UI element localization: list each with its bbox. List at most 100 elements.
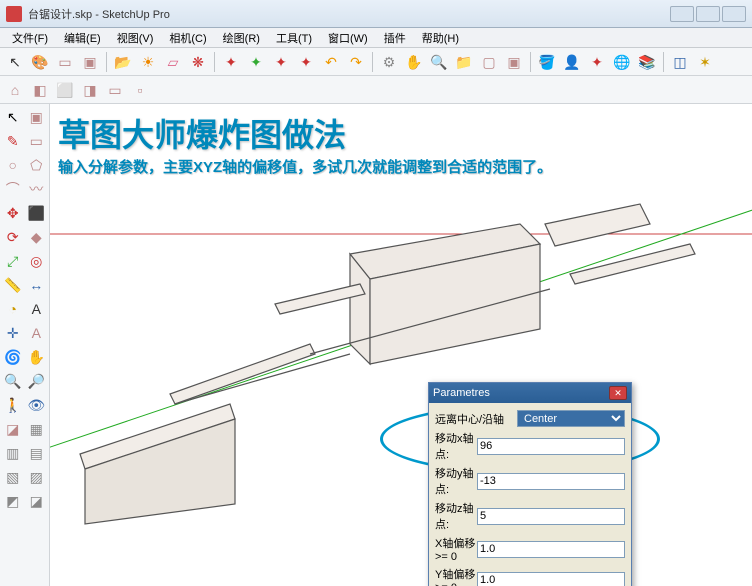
polygon-icon[interactable]: ⬠ [26,154,48,176]
open-icon[interactable]: 📂 [112,51,134,73]
view6-icon[interactable]: ▫ [129,79,151,101]
layers-icon[interactable]: 📚 [636,51,658,73]
menu-plugins[interactable]: 插件 [376,28,414,48]
plugin6-icon[interactable]: ◪ [26,490,48,512]
redo-icon[interactable]: ↷ [345,51,367,73]
movex-input[interactable] [477,438,625,455]
plugin5-icon[interactable]: ◩ [2,490,24,512]
toolbar-2: ⌂ ◧ ⬜ ◨ ▭ ▫ [0,76,752,104]
rect-icon[interactable]: ▭ [54,51,76,73]
menu-camera[interactable]: 相机(C) [161,28,214,48]
box-icon[interactable]: ▣ [79,51,101,73]
menu-tools[interactable]: 工具(T) [268,28,320,48]
plugin4-icon[interactable]: ▨ [26,466,48,488]
eraser-icon[interactable]: ▱ [162,51,184,73]
open2-icon[interactable]: 📁 [453,51,475,73]
menu-draw[interactable]: 绘图(R) [215,28,268,48]
title-bar: 台锯设计.skp - SketchUp Pro [0,0,752,28]
section-icon[interactable]: ◪ [2,418,24,440]
star5-icon[interactable]: ✦ [586,51,608,73]
top-icon[interactable]: ▭ [104,79,126,101]
star4-icon[interactable]: ✦ [295,51,317,73]
plugin1-icon[interactable]: ▥ [2,442,24,464]
freehand-icon[interactable]: 〰 [26,178,48,200]
menu-view[interactable]: 视图(V) [109,28,162,48]
zoom-icon[interactable]: 🔍 [428,51,450,73]
movez-input[interactable] [477,508,625,525]
zoom2-icon[interactable]: 🔍 [2,370,24,392]
maximize-button[interactable] [696,6,720,22]
zoomext-icon[interactable]: 🔎 [26,370,48,392]
walk-icon[interactable]: 🚶 [2,394,24,416]
star2-icon[interactable]: ✦ [245,51,267,73]
toolbar-1: ↖ 🎨 ▭ ▣ 📂 ☀ ▱ ❋ ✦ ✦ ✦ ✦ ↶ ↷ ⚙ ✋ 🔍 📁 ▢ ▣ … [0,48,752,76]
center-select[interactable]: Center [517,410,625,427]
undo-icon[interactable]: ↶ [320,51,342,73]
rotate-icon[interactable]: ⟳ [2,226,24,248]
person-icon[interactable]: 👤 [561,51,583,73]
home-icon[interactable]: ⌂ [4,79,26,101]
movey-input[interactable] [477,473,625,490]
line-icon[interactable]: ✎ [2,130,24,152]
plugin2-icon[interactable]: ▤ [26,442,48,464]
select2-icon[interactable]: ↖ [2,106,24,128]
followme-icon[interactable]: ◆ [26,226,48,248]
menu-file[interactable]: 文件(F) [4,28,56,48]
arc-icon[interactable]: ⌒ [2,178,24,200]
offy-label: Y轴偏移 >= 0 [435,566,477,586]
iso-icon[interactable]: ◧ [29,79,51,101]
movez-label: 移动z轴点: [435,500,477,532]
ext1-icon[interactable]: ◫ [669,51,691,73]
offy-input[interactable] [477,572,625,586]
weld-icon[interactable]: ❋ [187,51,209,73]
scale-icon[interactable]: ⤢ [2,250,24,272]
menu-edit[interactable]: 编辑(E) [56,28,109,48]
plugin3-icon[interactable]: ▧ [2,466,24,488]
parameters-dialog: Parametres ✕ 远离中心/沿轴 Center 移动x轴点: 移动y轴点… [428,382,632,586]
viewport[interactable]: 草图大师爆炸图做法 输入分解参数，主要XYZ轴的偏移值，多试几次就能调整到合适的… [50,104,752,586]
tape-icon[interactable]: 📏 [2,274,24,296]
select-icon[interactable]: ↖ [4,51,26,73]
text-icon[interactable]: A [26,298,48,320]
star1-icon[interactable]: ✦ [220,51,242,73]
pan-icon[interactable]: ✋ [26,346,48,368]
star3-icon[interactable]: ✦ [270,51,292,73]
cube2-icon[interactable]: ▣ [503,51,525,73]
position-icon[interactable]: ▦ [26,418,48,440]
3dtext-icon[interactable]: A [26,322,48,344]
offx-input[interactable] [477,541,625,558]
close-button[interactable] [722,6,746,22]
protractor-icon[interactable]: ◔ [2,298,24,320]
hand-icon[interactable]: ✋ [403,51,425,73]
dialog-close-icon[interactable]: ✕ [609,386,627,400]
window-buttons [670,6,746,22]
move-icon[interactable]: ✥ [2,202,24,224]
dim-icon[interactable]: ↔ [26,274,48,296]
gear-icon[interactable]: ⚙ [378,51,400,73]
menu-window[interactable]: 窗口(W) [320,28,376,48]
axes-icon[interactable]: ✛ [2,322,24,344]
front-icon[interactable]: ⬜ [54,79,76,101]
globe-icon[interactable]: 🌐 [611,51,633,73]
dialog-body: 远离中心/沿轴 Center 移动x轴点: 移动y轴点: 移动z轴点: X轴偏移… [429,403,631,586]
orbit-icon[interactable]: 🌀 [2,346,24,368]
ext2-icon[interactable]: ✶ [694,51,716,73]
annotation-title: 草图大师爆炸图做法 [58,110,346,156]
component-icon[interactable]: ▣ [26,106,48,128]
look-icon[interactable]: 👁 [26,394,48,416]
cube-icon[interactable]: ▢ [478,51,500,73]
side-icon[interactable]: ◨ [79,79,101,101]
dialog-title: Parametres [433,387,490,399]
paint-icon[interactable]: 🎨 [29,51,51,73]
paint2-icon[interactable]: 🪣 [536,51,558,73]
pushpull-icon[interactable]: ⬛ [26,202,48,224]
minimize-button[interactable] [670,6,694,22]
movex-label: 移动x轴点: [435,430,477,462]
circle-icon[interactable]: ○ [2,154,24,176]
menu-help[interactable]: 帮助(H) [414,28,467,48]
dialog-title-bar[interactable]: Parametres ✕ [429,383,631,403]
rect2-icon[interactable]: ▭ [26,130,48,152]
offx-label: X轴偏移 >= 0 [435,535,477,563]
offset-icon[interactable]: ◎ [26,250,48,272]
sun-icon[interactable]: ☀ [137,51,159,73]
